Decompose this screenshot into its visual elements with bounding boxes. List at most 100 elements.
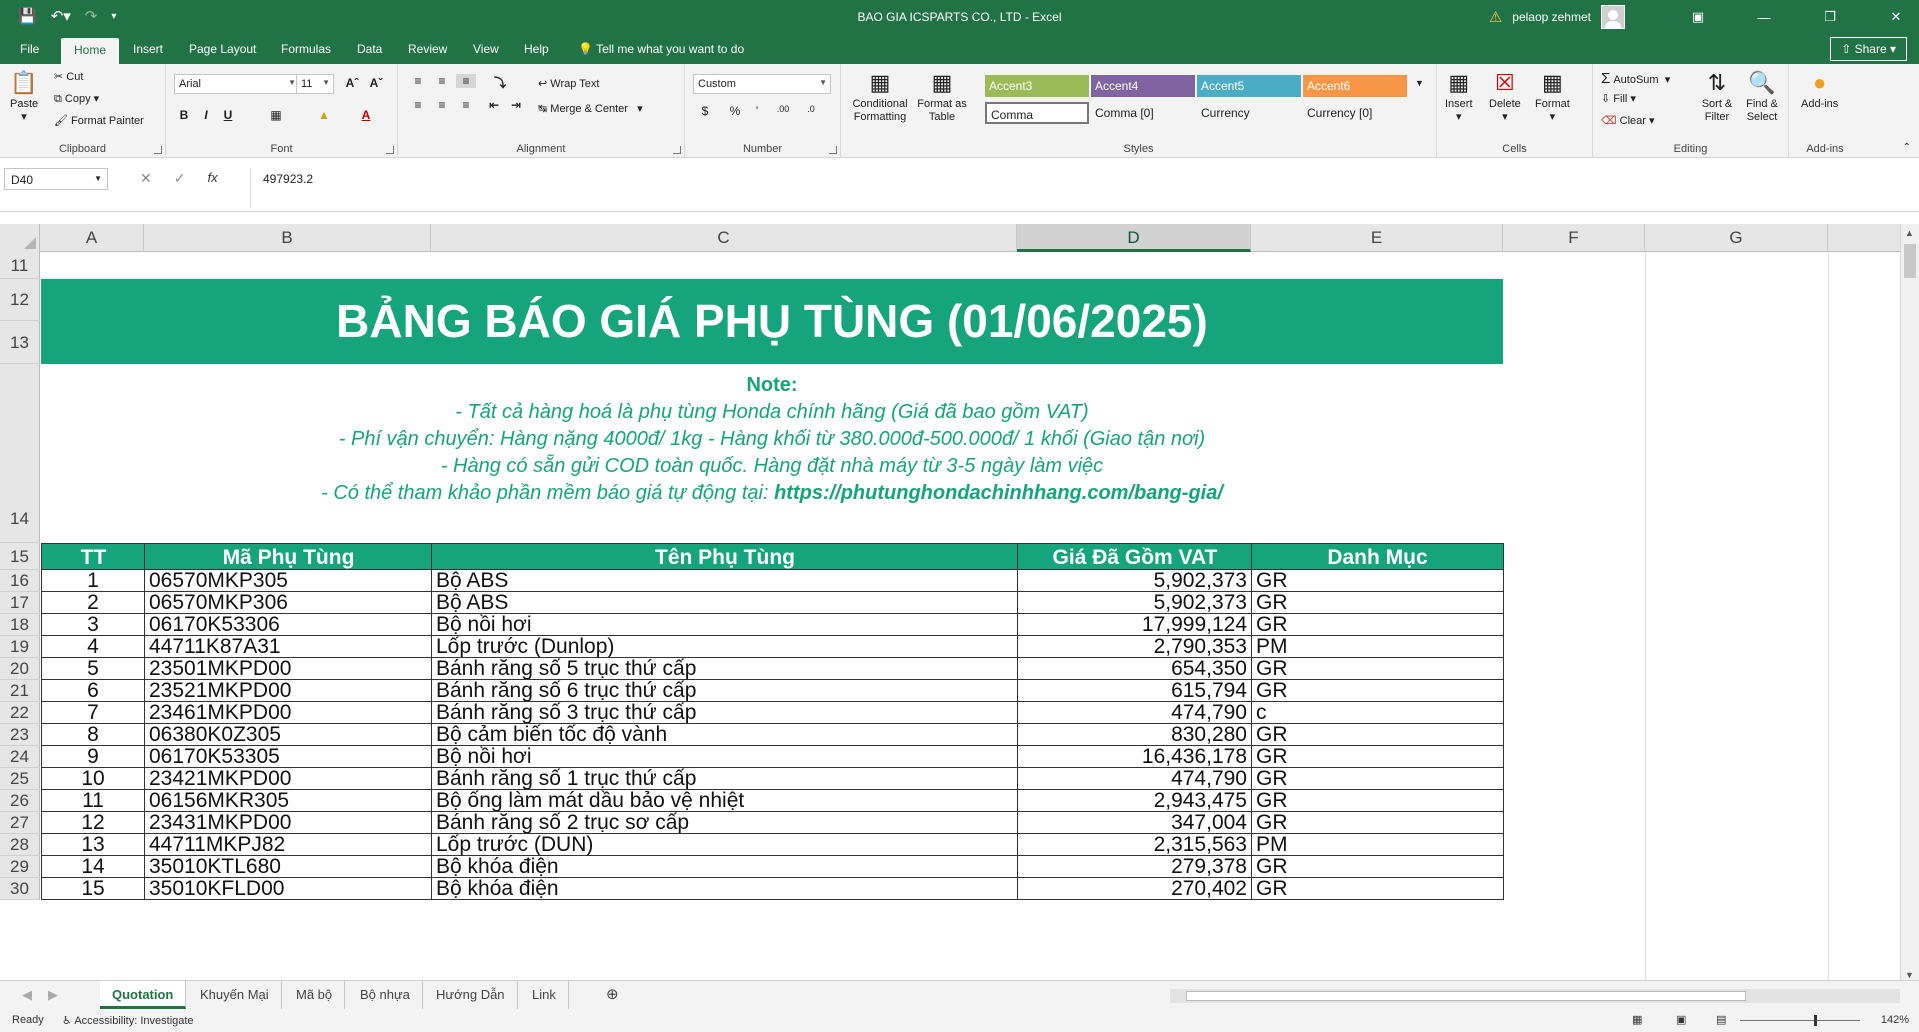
cell-code[interactable]: 44711MKPJ82 [145,834,432,856]
tab-insert[interactable]: Insert [133,42,163,56]
cell-tt[interactable]: 15 [41,878,145,900]
align-right-icon[interactable]: ≡ [456,98,476,112]
formula-input[interactable]: 497923.2 [250,168,1895,208]
ribbon-display-icon[interactable]: ▣ [1675,9,1721,25]
delete-cells-button[interactable]: ☒ Delete ▾ [1489,70,1521,123]
cell-category[interactable]: GR [1252,878,1504,900]
cell-category[interactable]: GR [1252,746,1504,768]
cell-name[interactable]: Lốp trước (Dunlop) [432,636,1018,658]
decrease-indent-icon[interactable]: ⇤ [484,98,504,112]
page-layout-view-icon[interactable]: ▣ [1676,1013,1686,1026]
cell-name[interactable]: Bộ khóa điện [432,878,1018,900]
row-header[interactable]: 23 [0,724,40,746]
tell-me-search[interactable]: 💡 Tell me what you want to do [578,42,744,56]
cut-button[interactable]: ✂ Cut [54,70,83,83]
cell-price[interactable]: 2,315,563 [1018,834,1252,856]
cell-price[interactable]: 474,790 [1018,702,1252,724]
row-header[interactable]: 16 [0,570,40,592]
cell-price[interactable]: 17,999,124 [1018,614,1252,636]
page-break-view-icon[interactable]: ▤ [1716,1013,1726,1026]
cell-category[interactable]: PM [1252,636,1504,658]
scroll-down-icon[interactable]: ▼ [1905,970,1914,980]
insert-cells-button[interactable]: ▦ Insert ▾ [1445,70,1473,123]
tab-home[interactable]: Home [61,38,120,64]
merge-center-button[interactable]: ↹ Merge & Center ▾ [538,102,643,115]
cell-category[interactable]: c [1252,702,1504,724]
select-all-button[interactable] [0,224,40,252]
cell-category[interactable]: GR [1252,592,1504,614]
style-currency-0[interactable]: Currency [0] [1303,102,1407,124]
sheet-tab-quotation[interactable]: Quotation [100,981,187,1009]
row-header[interactable]: 30 [0,878,40,900]
increase-indent-icon[interactable]: ⇥ [506,98,526,112]
alignment-launcher[interactable] [673,146,681,154]
row-header-14[interactable]: 14 [0,364,40,543]
font-name-select[interactable]: Arial ▼ [174,74,300,94]
font-size-select[interactable]: 11 ▼ [296,74,334,94]
cell-tt[interactable]: 10 [41,768,145,790]
align-bottom-icon[interactable]: ≡ [456,74,476,88]
addins-button[interactable]: ● Add-ins [1801,70,1838,110]
sheet-tab-huong-dan[interactable]: Hướng Dẫn [424,981,518,1009]
cell-category[interactable]: GR [1252,768,1504,790]
tab-data[interactable]: Data [357,42,382,56]
column-header-a[interactable]: A [40,224,144,252]
row-header-13[interactable]: 13 [0,321,40,364]
cell-price[interactable]: 830,280 [1018,724,1252,746]
style-accent5[interactable]: Accent5 [1197,75,1301,97]
header-tt[interactable]: TT [41,543,145,570]
underline-button[interactable]: U [218,108,238,122]
style-comma[interactable]: Comma [985,102,1089,124]
cell-price[interactable]: 474,790 [1018,768,1252,790]
cell-code[interactable]: 06170K53306 [145,614,432,636]
close-button[interactable]: ✕ [1873,9,1919,25]
cell-tt[interactable]: 12 [41,812,145,834]
cell-name[interactable]: Bánh răng số 6 trục thứ cấp [432,680,1018,702]
enter-icon[interactable]: ✓ [174,170,186,187]
row-header[interactable]: 25 [0,768,40,790]
number-launcher[interactable] [829,146,837,154]
style-accent6[interactable]: Accent6 [1303,75,1407,97]
align-center-icon[interactable]: ≡ [432,98,452,112]
next-sheet-icon[interactable]: ▶ [36,981,70,1009]
sheet-tab-khuyen-mai[interactable]: Khuyến Mại [188,981,282,1009]
borders-button[interactable]: ▦ [266,108,286,122]
horizontal-scrollbar[interactable] [1170,989,1900,1003]
grow-font-button[interactable]: Aˆ [342,76,362,90]
tab-file[interactable]: File [20,42,39,56]
row-header-11[interactable]: 11 [0,252,40,279]
cell-price[interactable]: 347,004 [1018,812,1252,834]
cell-code[interactable]: 23421MKPD00 [145,768,432,790]
share-button[interactable]: ⇧ Share ▾ [1830,37,1907,61]
zoom-slider-knob[interactable] [1814,1015,1817,1026]
cell-code[interactable]: 23501MKPD00 [145,658,432,680]
sheet-tab-link[interactable]: Link [520,981,569,1009]
scroll-thumb[interactable] [1904,244,1916,278]
find-select-button[interactable]: 🔍 Find & Select [1741,70,1783,124]
cell-code[interactable]: 23431MKPD00 [145,812,432,834]
align-left-icon[interactable]: ≡ [408,98,428,112]
cell-code[interactable]: 44711K87A31 [145,636,432,658]
cell-price[interactable]: 16,436,178 [1018,746,1252,768]
cell-code[interactable]: 06156MKR305 [145,790,432,812]
comma-style-icon[interactable]: ’ [747,104,767,118]
cell-price[interactable]: 654,350 [1018,658,1252,680]
format-painter-button[interactable]: 🖌 Format Painter [54,114,144,127]
align-top-icon[interactable]: ≡ [408,74,428,88]
cell-category[interactable]: GR [1252,570,1504,592]
row-header[interactable]: 21 [0,680,40,702]
tab-page-layout[interactable]: Page Layout [189,42,256,56]
column-header-b[interactable]: B [144,224,431,252]
cell-name[interactable]: Bộ ABS [432,592,1018,614]
copy-button[interactable]: ⧉ Copy ▾ [54,92,99,106]
cell-price[interactable]: 5,902,373 [1018,570,1252,592]
styles-more-icon[interactable]: ▼ [1415,78,1424,88]
shrink-font-button[interactable]: Aˇ [366,76,386,90]
cell-name[interactable]: Bộ ống làm mát dầu bảo vệ nhiệt [432,790,1018,812]
cell-category[interactable]: GR [1252,614,1504,636]
cell-category[interactable]: GR [1252,812,1504,834]
style-accent3[interactable]: Accent3 [985,75,1089,97]
row-header[interactable]: 26 [0,790,40,812]
hscroll-thumb[interactable] [1186,991,1746,1001]
cell-tt[interactable]: 4 [41,636,145,658]
